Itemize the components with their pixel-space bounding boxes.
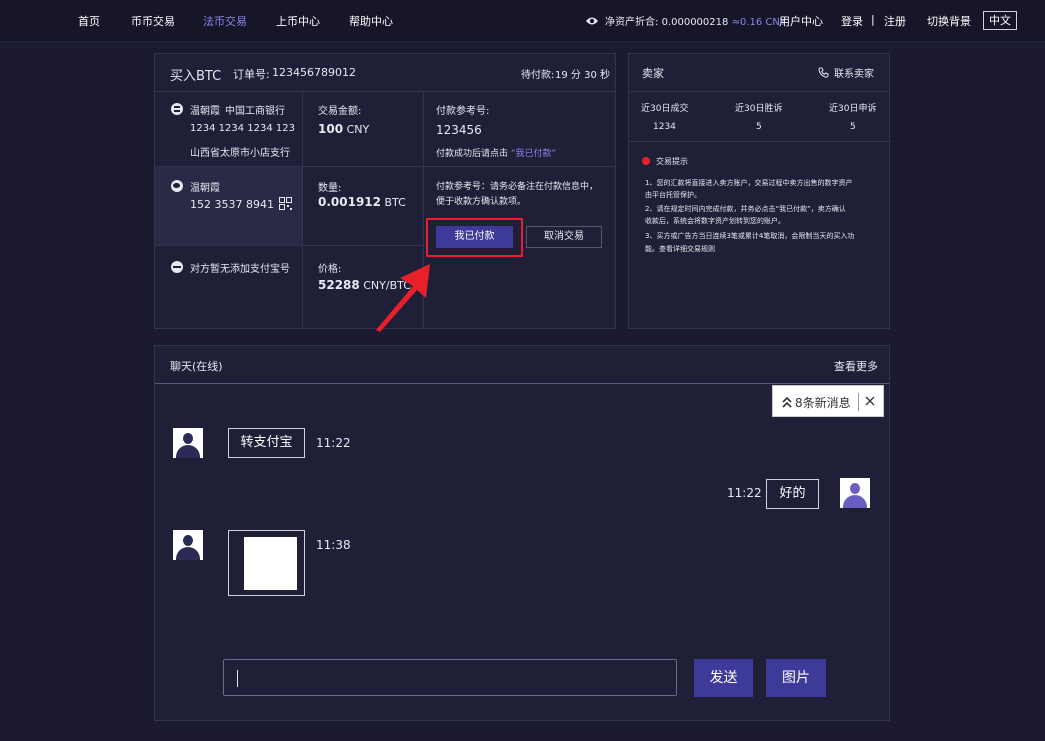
message-time: 11:22 <box>316 436 351 450</box>
bank-card-icon <box>171 103 183 115</box>
chat-input[interactable] <box>223 659 677 696</box>
asset-cny: ≈0.16 CNY <box>731 17 786 28</box>
tip-line-2: 由平台托管保护。 <box>645 191 701 199</box>
price-value: 52288 <box>318 278 360 292</box>
new-messages-toast[interactable]: 8条新消息 <box>772 385 884 417</box>
avatar-seller <box>173 530 203 560</box>
chat-message: 转支付宝 <box>228 428 305 458</box>
asset-summary: 净资产折合: 0.000000218 ≈0.16 CNY <box>585 13 786 28</box>
image-button[interactable]: 图片 <box>766 659 826 697</box>
pending-timer: 19 分 30 秒 <box>555 70 610 81</box>
avatar-seller <box>173 428 203 458</box>
new-messages-text: 8条新消息 <box>795 396 851 410</box>
login-link[interactable]: 登录 <box>841 13 863 29</box>
contact-seller-link[interactable]: 联系卖家 <box>834 65 874 80</box>
ref-value: 123456 <box>436 123 482 137</box>
phone-icon[interactable] <box>818 67 829 78</box>
i-have-paid-button[interactable]: 我已付款 <box>436 226 513 248</box>
quantity-unit: BTC <box>384 196 406 209</box>
ref-hint-prefix: 付款成功后请点击 <box>436 149 509 159</box>
order-no: 123456789012 <box>272 66 356 79</box>
view-more-link[interactable]: 查看更多 <box>834 358 878 374</box>
tip-line-6: 能。查看详细交易规则 <box>645 245 715 253</box>
wechat-holder: 温朝霞 <box>190 183 220 194</box>
wechat-phone: 152 3537 8941 <box>190 198 274 211</box>
text-cursor <box>237 670 238 687</box>
nav-home[interactable]: 首页 <box>78 13 100 29</box>
chat-image[interactable] <box>244 537 297 590</box>
stat-header-appeals: 近30日申诉 <box>829 104 877 114</box>
tip-line-4: 收款后，系统会将数字资产划转到您的账户。 <box>645 217 785 225</box>
amount-unit: CNY <box>346 123 370 136</box>
order-no-label: 订单号: <box>233 68 270 81</box>
seller-panel: 卖家 联系卖家 近30日成交 近30日胜诉 近30日申诉 1234 5 5 交易… <box>628 53 891 329</box>
chat-title: 聊天(在线) <box>170 360 223 373</box>
asset-label: 净资产折合: <box>605 17 659 28</box>
message-time: 11:22 <box>727 486 762 500</box>
ref-hint: 付款成功后请点击 “我已付款” <box>436 146 556 159</box>
seller-title: 卖家 <box>642 67 664 80</box>
bank-branch: 山西省太原市小店支行 <box>190 148 290 159</box>
amount-label: 交易金额: <box>318 106 362 117</box>
wechat-icon <box>171 180 183 192</box>
chat-header: 聊天(在线) 查看更多 <box>155 346 889 384</box>
user-center-link[interactable]: 用户中心 <box>779 13 823 29</box>
red-arrow-icon <box>376 264 430 332</box>
chat-message: 好的 <box>766 479 819 509</box>
eye-icon[interactable] <box>585 16 599 26</box>
top-navbar: 首页 币币交易 法币交易 上币中心 帮助中心 净资产折合: 0.00000021… <box>0 0 1045 42</box>
avatar-self <box>840 478 870 508</box>
bank-account: 1234 1234 1234 123 <box>190 123 295 134</box>
alipay-none-text: 对方暂无添加支付宝号 <box>190 264 290 275</box>
quantity-label: 数量: <box>318 183 342 194</box>
amount: 100 CNY <box>318 122 369 136</box>
alipay-icon <box>171 261 183 273</box>
separator: | <box>871 13 875 26</box>
ref-hint-link[interactable]: “我已付款” <box>511 149 556 159</box>
note-line-1: 付款参考号：请务必备注在付款信息中， <box>436 182 599 192</box>
stat-value-deals: 1234 <box>653 122 676 132</box>
nav-coin-trade[interactable]: 币币交易 <box>131 13 175 29</box>
pending-label: 待付款: <box>521 70 555 81</box>
bank-holder: 温朝霞 <box>190 106 220 117</box>
price-label: 价格: <box>318 264 342 275</box>
double-chevron-up-icon <box>782 396 792 408</box>
nav-listing-center[interactable]: 上币中心 <box>276 13 320 29</box>
ref-label: 付款参考号: <box>436 106 490 117</box>
quantity-value: 0.001912 <box>318 195 382 209</box>
asset-value: 0.000000218 <box>661 17 729 28</box>
stat-value-appeals: 5 <box>850 122 856 132</box>
tips-title: 交易提示 <box>656 157 688 166</box>
stat-value-wins: 5 <box>756 122 762 132</box>
tip-line-5: 3、买方或广告方当日连续3笔或累计4笔取消，会限制当天的买入功 <box>645 232 855 240</box>
register-link[interactable]: 注册 <box>884 13 906 29</box>
nav-fiat-trade[interactable]: 法币交易 <box>203 13 247 29</box>
close-icon[interactable] <box>865 396 875 406</box>
quantity: 0.001912 BTC <box>318 195 406 209</box>
tip-line-1: 1、您的汇款将直接进入卖方账户，交易过程中卖方出售的数字资产 <box>645 179 853 187</box>
cancel-trade-button[interactable]: 取消交易 <box>526 226 602 248</box>
qrcode-icon[interactable] <box>279 197 292 210</box>
chat-image-message[interactable] <box>228 530 305 596</box>
order-title: 买入BTC <box>170 69 222 84</box>
send-button[interactable]: 发送 <box>694 659 753 697</box>
warning-icon <box>642 157 650 165</box>
nav-help-center[interactable]: 帮助中心 <box>349 13 393 29</box>
order-header: 买入BTC 订单号: 123456789012 待付款: 19 分 30 秒 <box>155 54 615 92</box>
amount-value: 100 <box>318 122 344 136</box>
language-selector[interactable]: 中文 <box>983 11 1017 30</box>
seller-header: 卖家 联系卖家 <box>629 54 889 92</box>
tip-line-3: 2、请在规定时间内完成付款，并务必点击“我已付款”，卖方确认 <box>645 205 846 213</box>
stat-header-deals: 近30日成交 <box>641 104 689 114</box>
stat-header-wins: 近30日胜诉 <box>735 104 783 114</box>
bank-name: 中国工商银行 <box>225 106 285 117</box>
message-time: 11:38 <box>316 538 351 552</box>
note-line-2: 便于收款方确认款项。 <box>436 197 527 207</box>
switch-background-link[interactable]: 切换背景 <box>927 13 971 29</box>
